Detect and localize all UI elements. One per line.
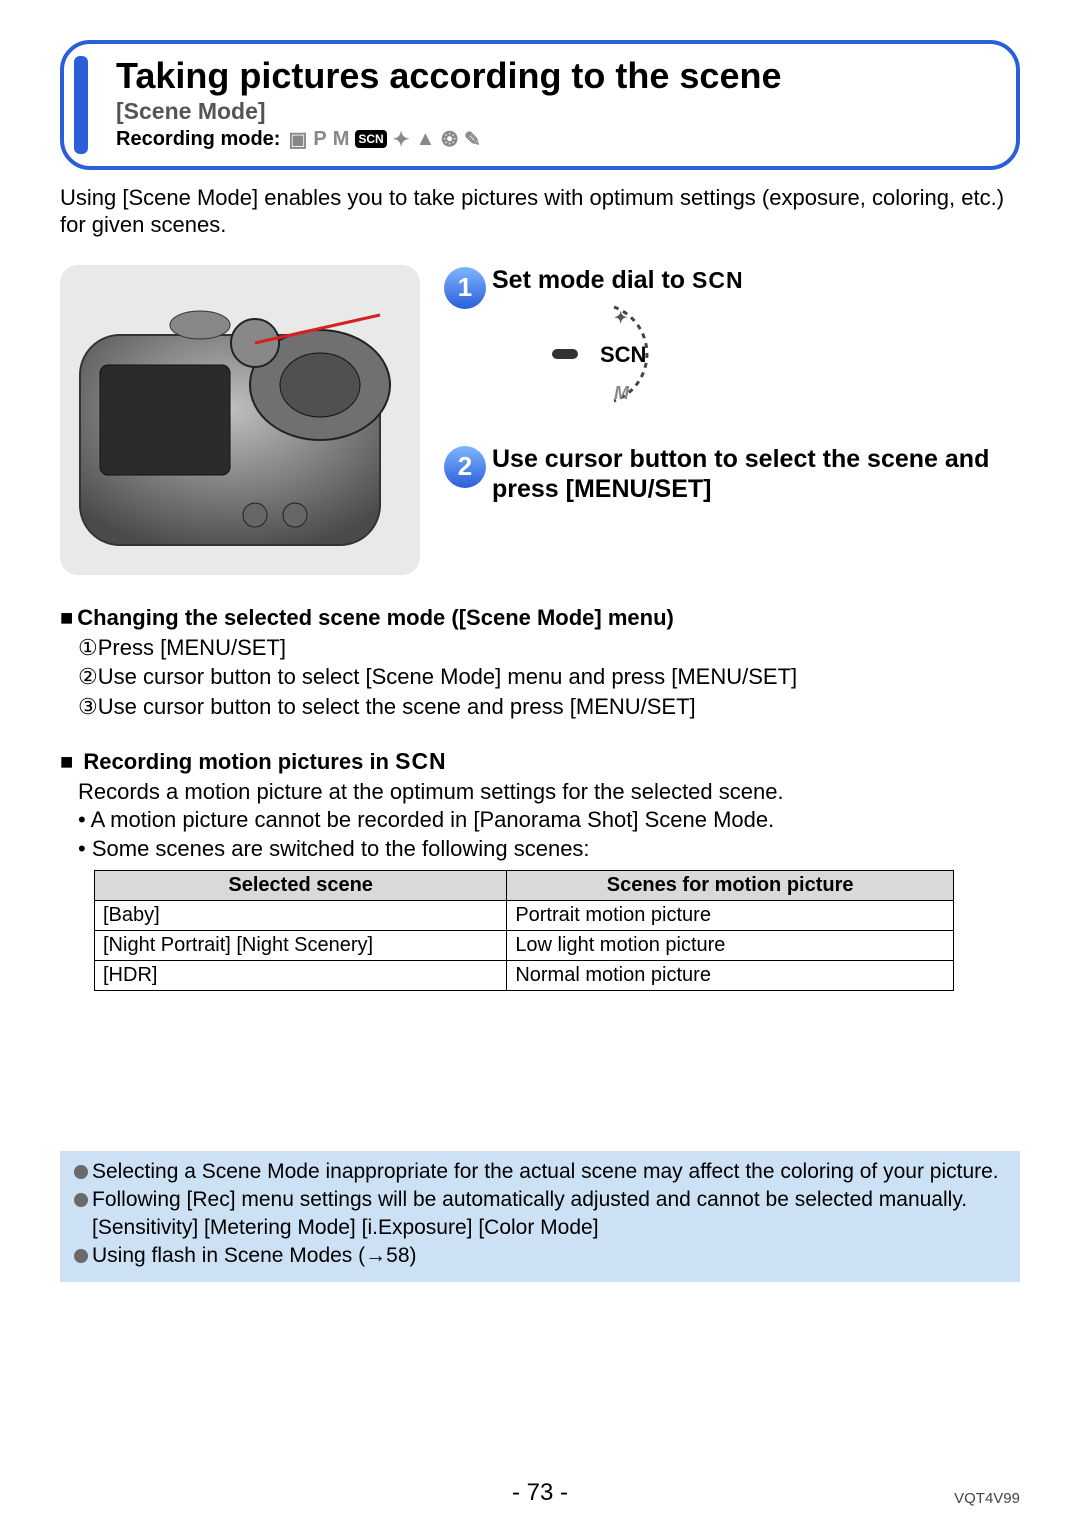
scene-table: Selected scene Scenes for motion picture… bbox=[94, 870, 954, 991]
svg-text:SCN: SCN bbox=[600, 342, 646, 367]
doc-number: VQT4V99 bbox=[954, 1490, 1020, 1507]
table-row: [Night Portrait] [Night Scenery] Low lig… bbox=[95, 930, 954, 960]
custom-mode-icon: ✎ bbox=[464, 127, 481, 152]
section-motion-heading: Recording motion pictures in SCN bbox=[60, 748, 1020, 775]
step-2: 2 Use cursor button to select the scene … bbox=[444, 444, 1020, 504]
recording-mode-line: Recording mode: ▣ P M SCN ✦ ▲ ❂ ✎ bbox=[116, 127, 992, 152]
night-mode-icon: ❂ bbox=[441, 127, 458, 152]
section-change-heading: Changing the selected scene mode ([Scene… bbox=[60, 605, 1020, 631]
p-mode-icon: P bbox=[313, 128, 326, 151]
scn-mode-icon: SCN bbox=[355, 130, 386, 148]
m-mode-icon: M bbox=[333, 128, 350, 151]
change-step-3: ③Use cursor button to select the scene a… bbox=[78, 692, 1020, 722]
motion-bullet-2: Some scenes are switched to the followin… bbox=[78, 835, 1020, 864]
title-panel: Taking pictures according to the scene [… bbox=[60, 40, 1020, 170]
note-2b: [Sensitivity] [Metering Mode] [i.Exposur… bbox=[92, 1215, 1006, 1241]
cell: [Baby] bbox=[95, 900, 507, 930]
table-row: [HDR] Normal motion picture bbox=[95, 960, 954, 990]
step-1-text: Set mode dial to bbox=[492, 266, 692, 294]
subtitle: [Scene Mode] bbox=[116, 98, 992, 125]
step-2-bullet: 2 bbox=[444, 446, 486, 488]
th-motion: Scenes for motion picture bbox=[507, 870, 954, 900]
mode-icons: ▣ P M SCN ✦ ▲ ❂ ✎ bbox=[288, 127, 480, 152]
cell: Portrait motion picture bbox=[507, 900, 954, 930]
cell: [HDR] bbox=[95, 960, 507, 990]
change-step-2: ②Use cursor button to select [Scene Mode… bbox=[78, 662, 1020, 692]
svg-text:M: M bbox=[614, 383, 630, 403]
th-selected: Selected scene bbox=[95, 870, 507, 900]
step-2-text: Use cursor button to select the scene an… bbox=[492, 444, 1020, 504]
scn-text: SCN bbox=[692, 267, 744, 293]
landscape-mode-icon: ▲ bbox=[415, 128, 435, 151]
recording-mode-label: Recording mode: bbox=[116, 128, 280, 151]
cell: Normal motion picture bbox=[507, 960, 954, 990]
bullet-icon bbox=[74, 1249, 88, 1263]
step-1-bullet: 1 bbox=[444, 267, 486, 309]
accent-bar bbox=[74, 56, 88, 154]
note-3: Using flash in Scene Modes (→58) bbox=[92, 1243, 417, 1269]
table-row: [Baby] Portrait motion picture bbox=[95, 900, 954, 930]
auto-icon: ▣ bbox=[288, 127, 307, 152]
bullet-icon bbox=[74, 1165, 88, 1179]
note-2: Following [Rec] menu settings will be au… bbox=[92, 1187, 967, 1213]
page-number: - 73 - bbox=[0, 1479, 1080, 1507]
change-step-1: ①Press [MENU/SET] bbox=[78, 633, 1020, 663]
camera-svg bbox=[60, 265, 420, 575]
page-title: Taking pictures according to the scene bbox=[116, 56, 992, 96]
notes-box: Selecting a Scene Mode inappropriate for… bbox=[60, 1151, 1020, 1282]
motion-heading-scn: SCN bbox=[395, 748, 447, 774]
bullet-icon bbox=[74, 1193, 88, 1207]
intro-text: Using [Scene Mode] enables you to take p… bbox=[60, 184, 1020, 239]
motion-bullet-1: A motion picture cannot be recorded in [… bbox=[78, 806, 1020, 835]
camera-illustration bbox=[60, 265, 420, 575]
step-1: 1 Set mode dial to SCN ✦ SCN M bbox=[444, 265, 1020, 426]
motion-line1: Records a motion picture at the optimum … bbox=[78, 777, 1020, 807]
mode-dial-illustration: ✦ SCN M bbox=[542, 299, 744, 416]
cell: [Night Portrait] [Night Scenery] bbox=[95, 930, 507, 960]
cell: Low light motion picture bbox=[507, 930, 954, 960]
sport-mode-icon: ✦ bbox=[393, 127, 410, 152]
motion-heading-text: Recording motion pictures in bbox=[83, 749, 395, 774]
svg-text:✦: ✦ bbox=[614, 310, 627, 327]
note-1: Selecting a Scene Mode inappropriate for… bbox=[92, 1159, 999, 1185]
